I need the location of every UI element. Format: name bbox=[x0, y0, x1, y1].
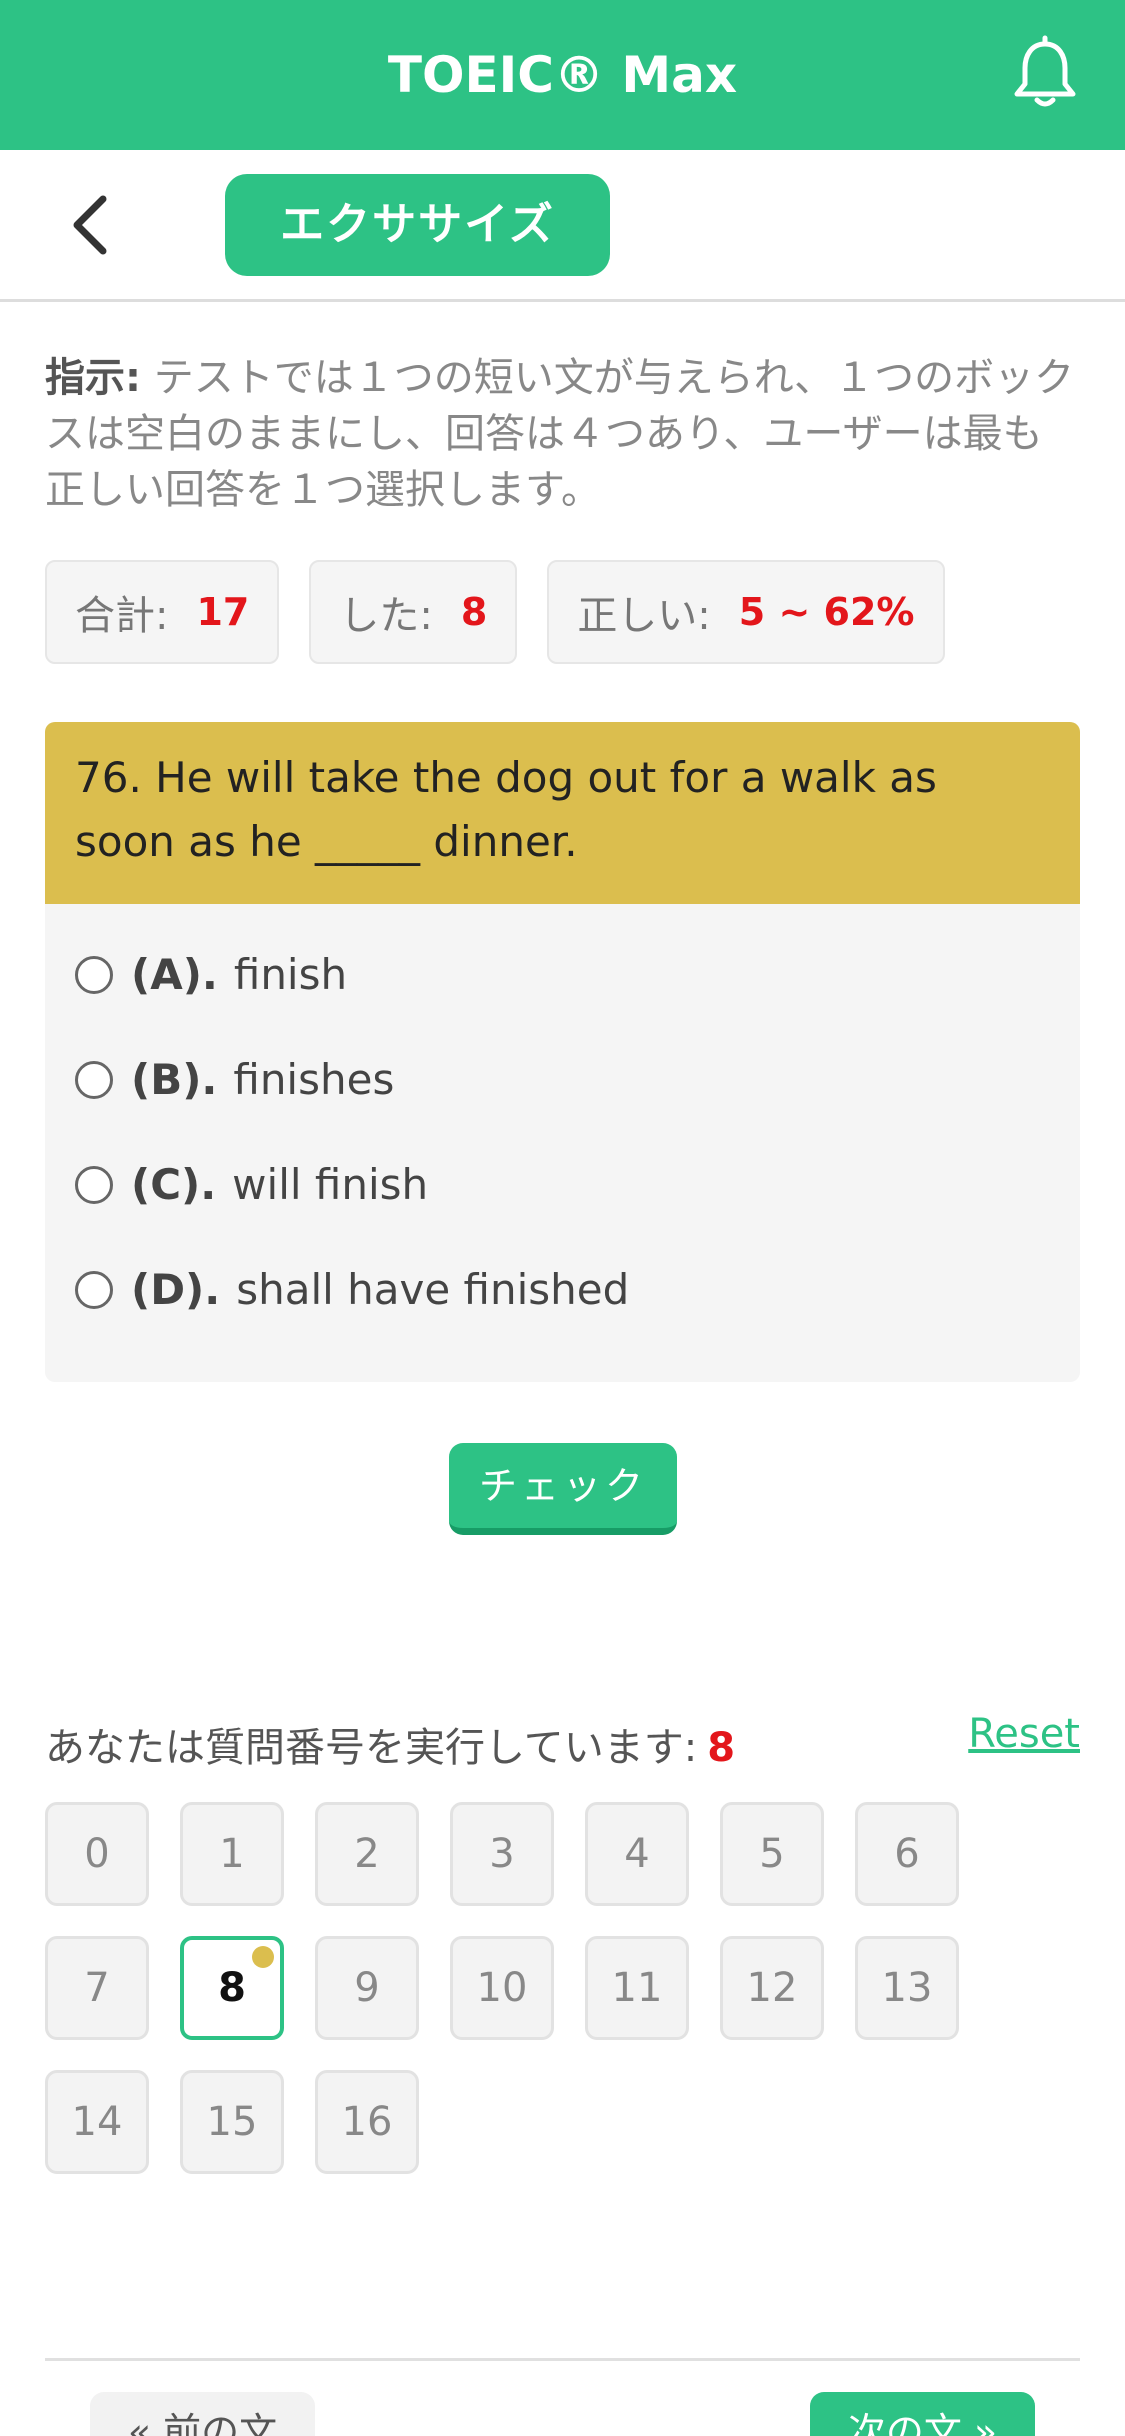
stat-total-value: 17 bbox=[196, 590, 250, 634]
option-c[interactable]: (C). will finish bbox=[45, 1132, 1080, 1237]
question-number-button[interactable]: 5 bbox=[720, 1802, 824, 1906]
next-sentence-button[interactable]: 次の文 » bbox=[810, 2392, 1035, 2436]
question-number-label: 8 bbox=[218, 1965, 246, 2011]
stat-done-label: した: bbox=[339, 593, 433, 639]
stat-correct-label: 正しい: bbox=[577, 593, 711, 639]
bell-icon[interactable] bbox=[1005, 34, 1085, 114]
answer-options: (A). finish (B). finishes (C). will fini… bbox=[45, 904, 1080, 1342]
question-number-button[interactable]: 3 bbox=[450, 1802, 554, 1906]
question-number-grid: 0 1 2 3 4 5 6 7 8 9 10 11 12 13 14 15 16 bbox=[45, 1802, 1045, 2174]
question-number-button[interactable]: 10 bbox=[450, 1936, 554, 2040]
stat-total-label: 合計: bbox=[75, 593, 169, 639]
stat-correct-value: 5 ~ 62% bbox=[738, 590, 915, 634]
stat-total: 合計: 17 bbox=[45, 560, 280, 664]
stat-done: した: 8 bbox=[309, 560, 518, 664]
previous-sentence-button[interactable]: « 前の文 bbox=[90, 2392, 315, 2436]
option-letter: (D). bbox=[131, 1265, 221, 1314]
instruction-label: 指示: bbox=[45, 355, 141, 401]
radio-button[interactable] bbox=[75, 955, 113, 994]
question-card: 76. He will take the dog out for a walk … bbox=[45, 722, 1080, 1382]
stats-row: 合計: 17 した: 8 正しい: 5 ~ 62% bbox=[45, 560, 945, 664]
option-text: shall have finished bbox=[236, 1265, 630, 1314]
question-number-button[interactable]: 2 bbox=[315, 1802, 419, 1906]
question-number-button[interactable]: 12 bbox=[720, 1936, 824, 2040]
check-button[interactable]: チェック bbox=[449, 1443, 677, 1535]
option-a[interactable]: (A). finish bbox=[45, 922, 1080, 1027]
progress-label: あなたは質問番号を実行しています: bbox=[45, 1725, 698, 1771]
app-header: TOEIC® Max bbox=[0, 0, 1125, 150]
instruction-text: 指示: テストでは１つの短い文が与えられ、１つのボックスは空白のままにし、回答は… bbox=[45, 350, 1080, 518]
question-number-button[interactable]: 7 bbox=[45, 1936, 149, 2040]
stat-done-value: 8 bbox=[460, 590, 488, 634]
instruction-body: テストでは１つの短い文が与えられ、１つのボックスは空白のままにし、回答は４つあり… bbox=[45, 355, 1075, 513]
option-b[interactable]: (B). finishes bbox=[45, 1027, 1080, 1132]
divider bbox=[45, 2358, 1080, 2361]
question-number-button[interactable]: 14 bbox=[45, 2070, 149, 2174]
question-number-button[interactable]: 9 bbox=[315, 1936, 419, 2040]
option-letter: (A). bbox=[131, 950, 218, 999]
option-letter: (C). bbox=[131, 1160, 217, 1209]
question-number-button[interactable]: 0 bbox=[45, 1802, 149, 1906]
radio-button[interactable] bbox=[75, 1165, 113, 1204]
chevron-left-icon[interactable] bbox=[55, 185, 135, 265]
question-number-button[interactable]: 6 bbox=[855, 1802, 959, 1906]
current-question-number: 8 bbox=[707, 1725, 736, 1771]
stat-correct: 正しい: 5 ~ 62% bbox=[547, 560, 945, 664]
question-number-button-active[interactable]: 8 bbox=[180, 1936, 284, 2040]
question-number-button[interactable]: 13 bbox=[855, 1936, 959, 2040]
option-text: will finish bbox=[232, 1160, 429, 1209]
question-number-button[interactable]: 1 bbox=[180, 1802, 284, 1906]
sub-navigation: エクササイズ bbox=[0, 150, 1125, 302]
option-letter: (B). bbox=[131, 1055, 218, 1104]
reset-link[interactable]: Reset bbox=[968, 1711, 1080, 1757]
app-title: TOEIC® Max bbox=[387, 46, 738, 104]
option-text: finishes bbox=[233, 1055, 395, 1104]
tab-exercise[interactable]: エクササイズ bbox=[225, 174, 610, 276]
question-number-button[interactable]: 11 bbox=[585, 1936, 689, 2040]
option-text: finish bbox=[233, 950, 348, 999]
current-indicator-dot bbox=[252, 1946, 274, 1968]
progress-row: あなたは質問番号を実行しています: 8 Reset bbox=[45, 1711, 1080, 1771]
question-number-button[interactable]: 15 bbox=[180, 2070, 284, 2174]
question-number-button[interactable]: 16 bbox=[315, 2070, 419, 2174]
radio-button[interactable] bbox=[75, 1270, 113, 1309]
radio-button[interactable] bbox=[75, 1060, 113, 1099]
option-d[interactable]: (D). shall have finished bbox=[45, 1237, 1080, 1342]
question-number-button[interactable]: 4 bbox=[585, 1802, 689, 1906]
question-text: 76. He will take the dog out for a walk … bbox=[45, 722, 1080, 904]
